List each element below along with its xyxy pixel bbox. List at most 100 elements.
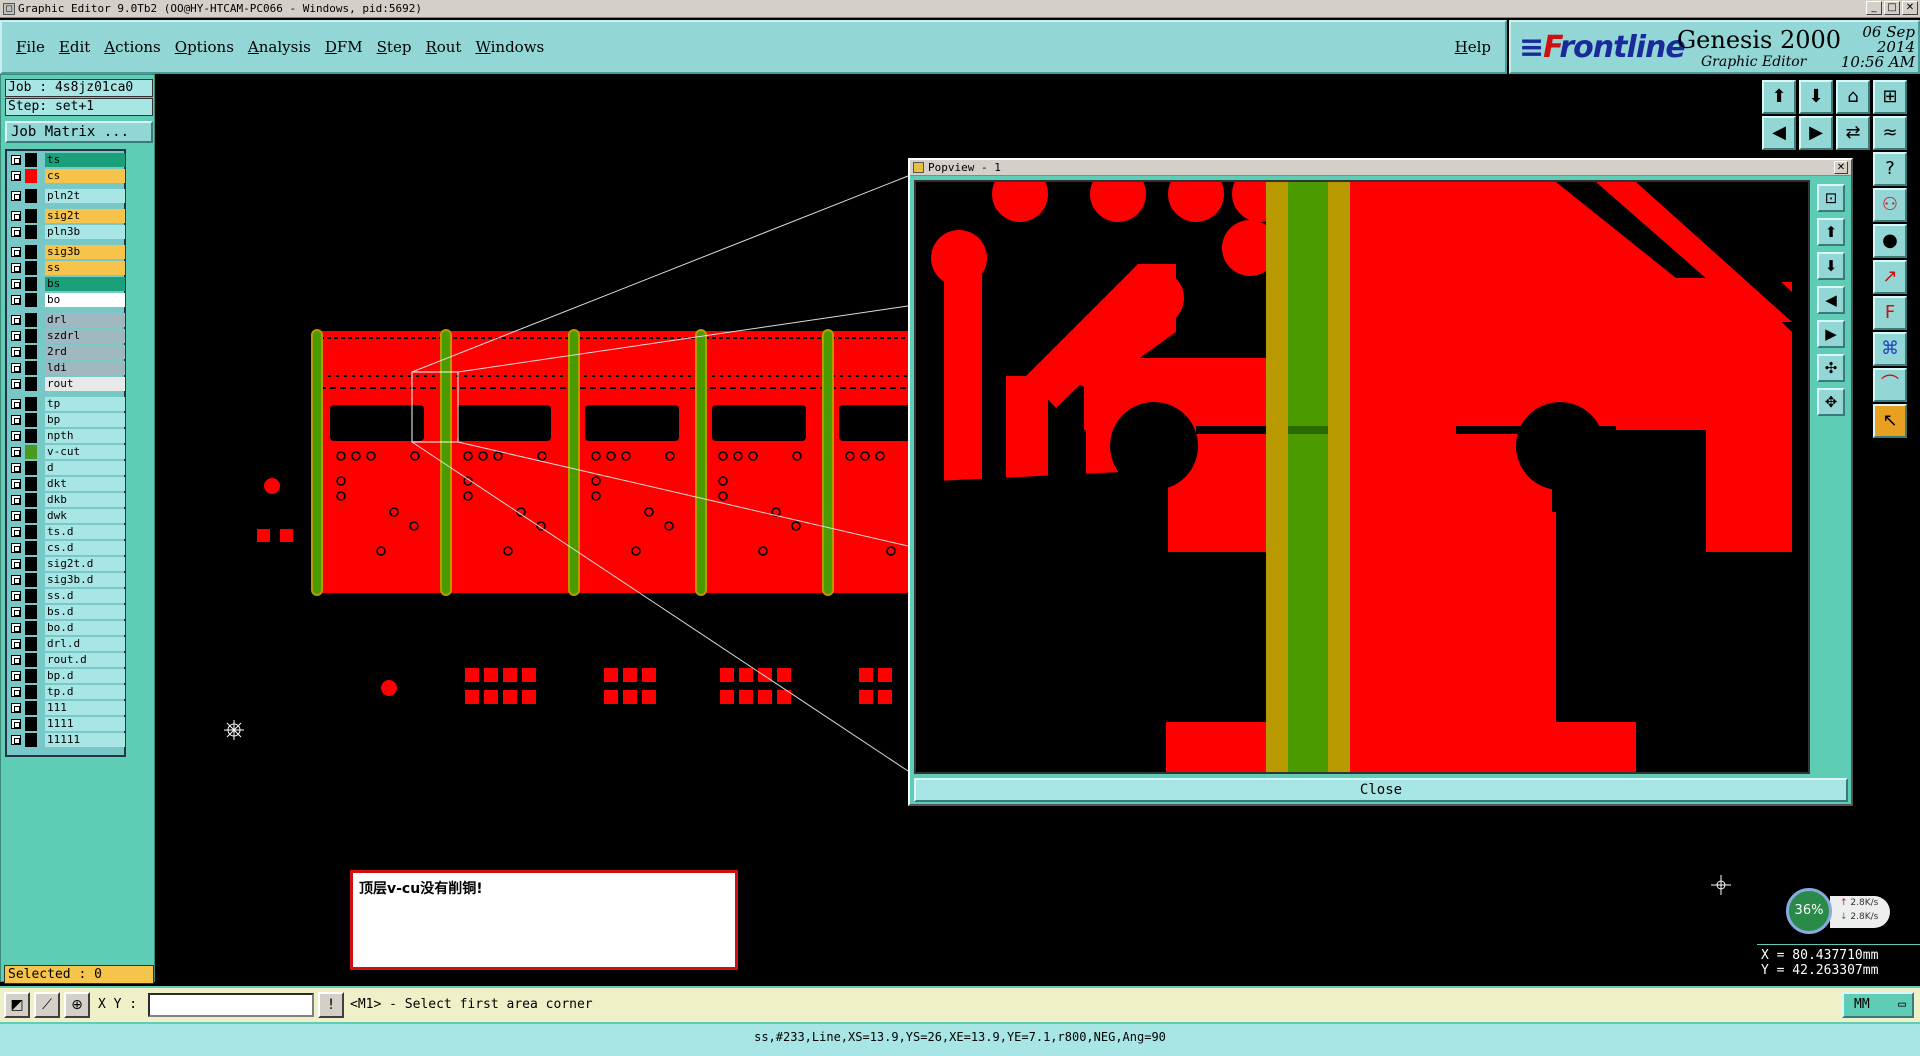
popview-canvas[interactable] [914, 180, 1810, 774]
cmd-alert-icon[interactable]: ! [318, 992, 344, 1018]
layer-list-scrollbar[interactable] [128, 149, 152, 757]
layer-checkbox[interactable] [11, 279, 21, 289]
layer-row-sig3b[interactable]: sig3b [9, 245, 125, 259]
layer-row-bs[interactable]: bs [9, 277, 125, 291]
layer-row-bo[interactable]: bo [9, 293, 125, 307]
menu-options[interactable]: Options [175, 38, 234, 56]
layer-row-bp-d[interactable]: bp.d [9, 669, 125, 683]
layer-row-ss[interactable]: ss [9, 261, 125, 275]
tool-next-icon[interactable]: ▶ [1799, 116, 1833, 150]
popview-close-button[interactable]: Close [914, 778, 1848, 802]
layer-row-ldi[interactable]: ldi [9, 361, 125, 375]
layer-row-tp-d[interactable]: tp.d [9, 685, 125, 699]
layer-checkbox[interactable] [11, 671, 21, 681]
layer-checkbox[interactable] [11, 263, 21, 273]
tool-open-icon[interactable]: ⬆ [1762, 80, 1796, 114]
tool-snap-icon[interactable]: ≈ [1873, 116, 1907, 150]
layer-checkbox[interactable] [11, 463, 21, 473]
tool-text-icon[interactable]: F [1873, 296, 1907, 330]
layer-row-1111[interactable]: 1111 [9, 717, 125, 731]
layer-checkbox[interactable] [11, 479, 21, 489]
units-selector[interactable]: MM ▭ [1842, 992, 1914, 1018]
cmd-snap-icon[interactable]: ⊕ [64, 992, 90, 1018]
menu-actions[interactable]: Actions [104, 38, 160, 56]
layer-row-sig3b-d[interactable]: sig3b.d [9, 573, 125, 587]
close-icon[interactable]: ✕ [1902, 1, 1918, 15]
tool-help-icon[interactable]: ? [1873, 152, 1907, 186]
layer-row-bs-d[interactable]: bs.d [9, 605, 125, 619]
layer-row-rout-d[interactable]: rout.d [9, 653, 125, 667]
menu-help[interactable]: Help [1455, 38, 1491, 56]
layer-checkbox[interactable] [11, 399, 21, 409]
layer-row-sig2t-d[interactable]: sig2t.d [9, 557, 125, 571]
pop-zoom-fit-icon[interactable]: ⊡ [1817, 184, 1845, 212]
tool-save-icon[interactable]: ⬇ [1799, 80, 1833, 114]
menu-edit[interactable]: Edit [59, 38, 90, 56]
layer-checkbox[interactable] [11, 247, 21, 257]
layer-checkbox[interactable] [11, 447, 21, 457]
layer-checkbox[interactable] [11, 623, 21, 633]
maximize-icon[interactable]: □ [1884, 1, 1900, 15]
layer-checkbox[interactable] [11, 171, 21, 181]
layer-checkbox[interactable] [11, 655, 21, 665]
layer-checkbox[interactable] [11, 591, 21, 601]
tool-pad-icon[interactable]: ⚇ [1873, 188, 1907, 222]
minimize-icon[interactable]: _ [1866, 1, 1882, 15]
layer-checkbox[interactable] [11, 295, 21, 305]
layer-row-dwk[interactable]: dwk [9, 509, 125, 523]
layer-checkbox[interactable] [11, 575, 21, 585]
cmd-measure-icon[interactable]: ⟋ [34, 992, 60, 1018]
layer-row-rout[interactable]: rout [9, 377, 125, 391]
layer-checkbox[interactable] [11, 639, 21, 649]
xy-input[interactable] [148, 993, 314, 1017]
pop-center-icon[interactable]: ✣ [1817, 354, 1845, 382]
layer-row-d[interactable]: d [9, 461, 125, 475]
menu-step[interactable]: Step [377, 38, 412, 56]
pop-move-icon[interactable]: ✥ [1817, 388, 1845, 416]
layer-checkbox[interactable] [11, 191, 21, 201]
tool-circle-icon[interactable]: ● [1873, 224, 1907, 258]
layer-checkbox[interactable] [11, 347, 21, 357]
layer-checkbox[interactable] [11, 703, 21, 713]
menu-windows[interactable]: Windows [475, 38, 544, 56]
pop-zoom-out-icon[interactable]: ⬇ [1817, 252, 1845, 280]
layer-checkbox[interactable] [11, 431, 21, 441]
tool-arc-icon[interactable]: ⌒ [1873, 368, 1907, 402]
tool-swap-icon[interactable]: ⇄ [1836, 116, 1870, 150]
layer-checkbox[interactable] [11, 155, 21, 165]
layer-checkbox[interactable] [11, 331, 21, 341]
menu-file[interactable]: File [16, 38, 45, 56]
layer-row-2rd[interactable]: 2rd [9, 345, 125, 359]
menu-analysis[interactable]: Analysis [248, 38, 311, 56]
network-widget[interactable]: ↑ 2.8K/s ↓ 2.8K/s 36% [1786, 888, 1890, 934]
popview-close-icon[interactable]: ✕ [1834, 161, 1848, 174]
layer-row-sig2t[interactable]: sig2t [9, 209, 125, 223]
layer-row-v-cut[interactable]: v-cut [9, 445, 125, 459]
job-matrix-button[interactable]: Job Matrix ... [5, 121, 153, 143]
menu-dfm[interactable]: DFM [325, 38, 363, 56]
layer-row-111[interactable]: 111 [9, 701, 125, 715]
layer-checkbox[interactable] [11, 687, 21, 697]
layer-checkbox[interactable] [11, 415, 21, 425]
layer-checkbox[interactable] [11, 607, 21, 617]
layer-row-pln2t[interactable]: pln2t [9, 189, 125, 203]
menu-rout[interactable]: Rout [425, 38, 461, 56]
layer-row-tp[interactable]: tp [9, 397, 125, 411]
layer-checkbox[interactable] [11, 379, 21, 389]
layer-row-bp[interactable]: bp [9, 413, 125, 427]
layer-row-cs-d[interactable]: cs.d [9, 541, 125, 555]
pop-zoom-in-icon[interactable]: ⬆ [1817, 218, 1845, 246]
layer-checkbox[interactable] [11, 227, 21, 237]
tool-select-icon[interactable]: ↖ [1873, 404, 1907, 438]
tool-grid-icon[interactable]: ⊞ [1873, 80, 1907, 114]
layer-checkbox[interactable] [11, 527, 21, 537]
layer-row-11111[interactable]: 11111 [9, 733, 125, 747]
tool-net-icon[interactable]: ⌘ [1873, 332, 1907, 366]
layer-checkbox[interactable] [11, 719, 21, 729]
pop-pan-right-icon[interactable]: ▶ [1817, 320, 1845, 348]
layer-row-cs[interactable]: cs [9, 169, 125, 183]
layer-row-pln3b[interactable]: pln3b [9, 225, 125, 239]
layer-row-ts[interactable]: ts [9, 153, 125, 167]
pop-pan-left-icon[interactable]: ◀ [1817, 286, 1845, 314]
layer-row-szdrl[interactable]: szdrl [9, 329, 125, 343]
